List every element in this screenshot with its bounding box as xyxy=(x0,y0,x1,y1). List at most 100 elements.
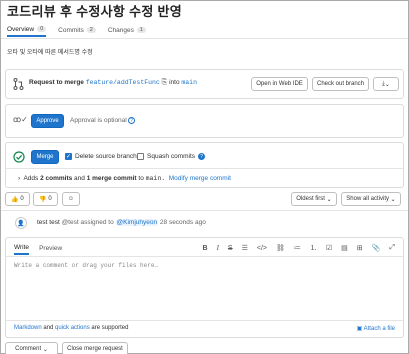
quick-actions-link[interactable]: quick actions xyxy=(55,325,90,331)
help-icon[interactable]: ? xyxy=(198,153,206,160)
sort-dropdown[interactable]: Oldest first ⌄ xyxy=(291,192,337,206)
collapsible-icon[interactable]: ▤ xyxy=(341,244,348,252)
merge-request-icon xyxy=(13,78,24,90)
activity-action: assigned to xyxy=(80,219,114,226)
squash-checkbox[interactable]: Squash commits ? xyxy=(137,153,206,160)
activity-author[interactable]: test test xyxy=(37,219,60,226)
activity-divider xyxy=(1,210,408,211)
task-list-icon[interactable]: ☑ xyxy=(326,244,332,252)
tab-commits[interactable]: Commits 2 xyxy=(58,23,96,37)
tab-label: Overview xyxy=(7,25,35,33)
delete-source-checkbox[interactable]: ✓ Delete source branch xyxy=(65,153,137,160)
check-out-branch-button[interactable]: Check out branch xyxy=(312,77,369,91)
open-web-ide-button[interactable]: Open in Web IDE xyxy=(251,77,308,91)
chevron-down-icon: ⌄ xyxy=(326,196,332,203)
success-check-icon xyxy=(13,151,25,163)
activity-assignee[interactable]: @Kimjuhyeon xyxy=(115,219,159,226)
squash-label: Squash commits xyxy=(147,153,196,160)
link-icon[interactable]: ⛓ xyxy=(276,244,285,252)
sort-label: Oldest first xyxy=(296,196,325,202)
add-reaction-button[interactable]: ☺ xyxy=(62,192,80,206)
merge-button[interactable]: Merge xyxy=(31,150,59,164)
editor-tabs: Write Preview xyxy=(14,242,62,255)
comment-button[interactable]: Comment ⌄ xyxy=(5,342,58,354)
supported-text: are supported xyxy=(91,325,129,331)
into-label: into xyxy=(169,79,180,86)
merge-target: main. xyxy=(145,175,166,182)
check-icon: ✓ xyxy=(65,153,72,160)
help-icon[interactable]: ? xyxy=(128,117,135,124)
tabs-divider xyxy=(1,38,408,39)
italic-icon[interactable]: I xyxy=(217,244,219,252)
modify-merge-commit-link[interactable]: Modify merge commit xyxy=(169,175,231,182)
tab-count: 0 xyxy=(37,26,47,32)
code-icon[interactable]: </> xyxy=(257,245,267,252)
approve-button[interactable]: Approve xyxy=(31,114,64,128)
mr-description: 오타 및 오타에 따른 메서드명 수정 xyxy=(7,50,93,56)
table-icon[interactable]: ⊞ xyxy=(357,244,363,252)
strikethrough-icon[interactable]: S xyxy=(228,245,233,252)
thumbs-up-button[interactable]: 👍 0 xyxy=(5,192,30,206)
markdown-help: Markdown and quick actions are supported xyxy=(14,325,128,331)
image-icon: ▣ xyxy=(356,326,363,332)
thumbs-up-icon: 👍 xyxy=(11,196,19,203)
bullet-list-icon[interactable]: ≔ xyxy=(294,244,301,252)
delete-source-label: Delete source branch xyxy=(75,153,137,160)
and-text: and xyxy=(43,325,54,331)
thumbs-down-icon: 👎 xyxy=(39,196,47,203)
target-branch[interactable]: main xyxy=(181,79,197,86)
adds-text: Adds xyxy=(23,175,39,182)
page-title: 코드리뷰 후 수정사항 수정 반영 xyxy=(7,4,183,19)
thumbs-down-count: 0 xyxy=(48,196,52,202)
quote-icon[interactable]: ☰ xyxy=(242,244,248,252)
merge-request-line: Request to merge feature/addTestFunc ⎘ i… xyxy=(29,79,197,87)
comment-label: Comment xyxy=(15,346,42,352)
write-tab[interactable]: Write xyxy=(14,242,30,255)
markdown-link[interactable]: Markdown xyxy=(14,325,42,331)
comment-textarea[interactable]: Write a comment or drag your files here… xyxy=(14,262,395,318)
to-text: to xyxy=(138,175,144,182)
merge-commit-info: › Adds 2 commits and 1 merge commit to m… xyxy=(18,175,231,182)
filter-label: Show all activity xyxy=(346,196,389,202)
chevron-down-icon: ⌄ xyxy=(384,81,390,88)
tab-label: Changes xyxy=(107,26,134,34)
bold-icon[interactable]: B xyxy=(203,245,208,252)
merge-box: Merge ✓ Delete source branch Squash comm… xyxy=(5,142,404,188)
thumbs-down-button[interactable]: 👎 0 xyxy=(33,192,58,206)
mr-tabs: Overview 0 Commits 2 Changes 1 xyxy=(7,23,146,39)
attach-icon[interactable]: 📎 xyxy=(372,244,381,252)
chevron-down-icon: ⌄ xyxy=(42,346,48,353)
commit-count: 2 commits xyxy=(40,175,73,182)
attach-file-link[interactable]: ▣ Attach a file xyxy=(357,325,395,332)
tab-overview[interactable]: Overview 0 xyxy=(7,23,47,37)
tab-changes[interactable]: Changes 1 xyxy=(108,23,146,37)
editor-toolbar: B I S ☰ </> ⛓ ≔ ⒈ ☑ ▤ ⊞ 📎 ⤢ xyxy=(203,243,395,253)
comment-editor: Write Preview B I S ☰ </> ⛓ ≔ ⒈ ☑ ▤ ⊞ 📎 … xyxy=(5,237,404,338)
merge-box-divider xyxy=(6,168,403,169)
thumbs-up-count: 0 xyxy=(20,196,24,202)
editor-footer-divider xyxy=(6,320,403,321)
copy-icon[interactable]: ⎘ xyxy=(162,79,168,86)
tab-count: 2 xyxy=(86,27,96,33)
merge-request-box: Request to merge feature/addTestFunc ⎘ i… xyxy=(5,69,404,99)
source-branch[interactable]: feature/addTestFunc xyxy=(86,79,160,86)
activity-handle[interactable]: @test xyxy=(62,219,79,226)
fullscreen-icon[interactable]: ⤢ xyxy=(389,244,395,252)
activity-filter-dropdown[interactable]: Show all activity ⌄ xyxy=(341,192,401,206)
smiley-icon: ☺ xyxy=(67,196,75,202)
activity-time: 28 seconds ago xyxy=(159,219,206,226)
approval-user-icon: ꝏ✓ xyxy=(13,115,28,124)
approval-box: ꝏ✓ Approve Approval is optional ? xyxy=(5,104,404,138)
download-dropdown-button[interactable]: ⤓ ⌄ xyxy=(373,77,399,91)
attach-file-label: Attach a file xyxy=(363,326,395,332)
tab-count: 1 xyxy=(136,27,146,33)
checkbox-icon xyxy=(137,153,144,160)
close-merge-request-button[interactable]: Close merge request xyxy=(62,342,128,354)
numbered-list-icon[interactable]: ⒈ xyxy=(310,243,317,253)
chevron-right-icon[interactable]: › xyxy=(18,175,20,182)
activity-item: test test @test assigned to @Kimjuhyeon … xyxy=(37,219,206,226)
preview-tab[interactable]: Preview xyxy=(39,242,62,255)
tab-label: Commits xyxy=(58,26,84,34)
approval-optional-text: Approval is optional xyxy=(70,117,127,124)
user-icon: 👤 xyxy=(15,217,27,229)
